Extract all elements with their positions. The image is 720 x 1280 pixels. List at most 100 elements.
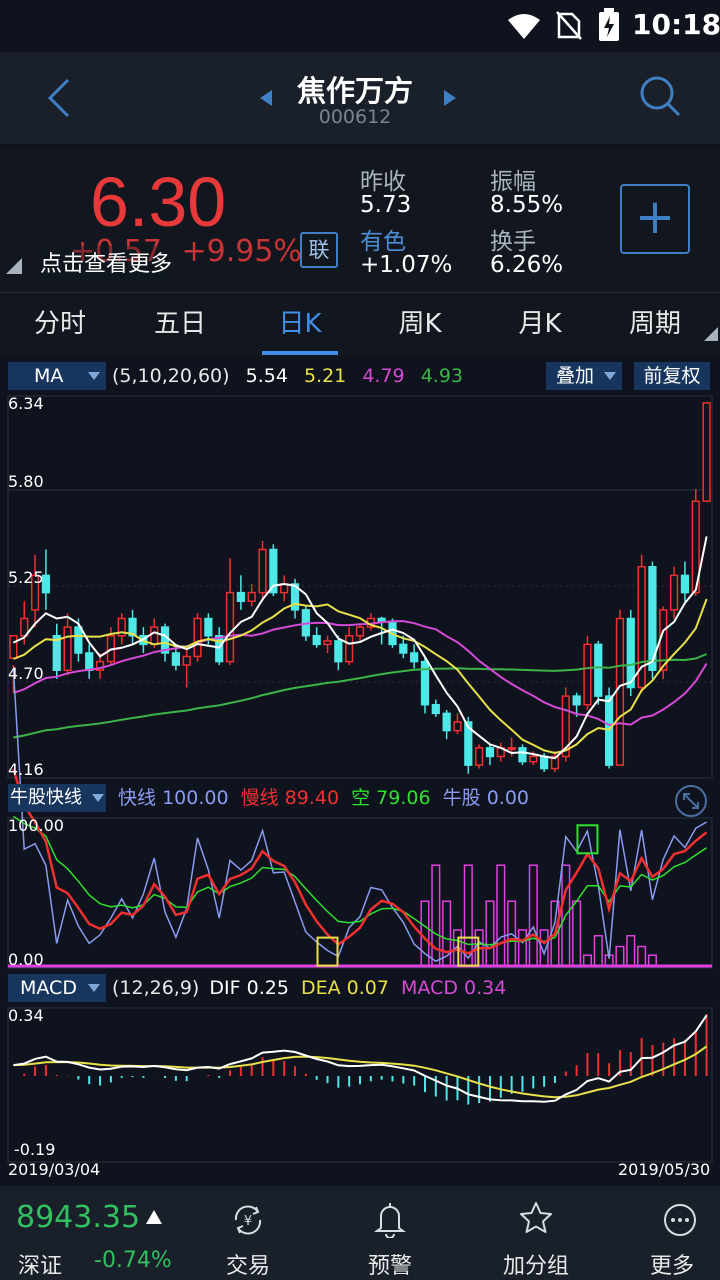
candle-body <box>485 747 495 758</box>
dea-line <box>13 1045 708 1099</box>
chart-area[interactable]: MA (5,10,20,60) 5.54 5.21 4.79 4.93 叠加 前… <box>0 356 720 1182</box>
wifi-icon <box>508 14 540 39</box>
macd-value: 0.34 <box>464 977 507 999</box>
sector-label[interactable]: 有色 <box>360 222 406 256</box>
bull-bar <box>496 864 506 967</box>
candle-body <box>615 617 625 766</box>
bull-bar <box>582 954 592 967</box>
candle-body <box>193 617 202 658</box>
nav-trade[interactable]: ¥ 交易 <box>200 1186 296 1280</box>
chevron-left-icon[interactable] <box>44 76 74 120</box>
stock-name: 焦作万方 <box>296 74 413 108</box>
candle-body <box>669 574 679 611</box>
bull-bar <box>485 900 495 967</box>
chevron-down-icon <box>92 794 104 802</box>
prev-stock-icon[interactable] <box>258 88 274 108</box>
active-tab-indicator <box>262 351 338 355</box>
niugu-selector-label: 牛股快线 <box>10 787 82 808</box>
date-end: 2019/05/30 <box>618 1160 711 1179</box>
expand-icon[interactable] <box>674 784 708 818</box>
short-label: 空 <box>351 787 371 809</box>
index-value[interactable]: 8943.35 <box>16 1200 140 1235</box>
kline-chart[interactable] <box>0 356 720 1182</box>
macd-selector[interactable]: MACD <box>8 974 106 1002</box>
period-tabs: 分时 五日 日K 周K 月K 周期 <box>0 292 720 356</box>
candle-body <box>572 695 581 706</box>
tab-intraday[interactable]: 分时 <box>5 293 115 357</box>
candle-body <box>204 617 213 637</box>
period-dropdown-icon <box>704 327 718 341</box>
candle-body <box>594 643 603 697</box>
tab-monthly-k[interactable]: 月K <box>485 293 595 357</box>
candle-body <box>702 402 711 502</box>
nav-add-group[interactable]: 加分组 <box>486 1186 586 1280</box>
bottom-nav: 8943.35 深证 -0.74% ¥ 交易 预警 加分组 更多 <box>0 1186 720 1280</box>
niugu-values: 快线 100.00 慢线 89.40 空 79.06 牛股 0.00 <box>118 784 529 812</box>
tab-period[interactable]: 周期 <box>605 293 705 357</box>
ma10-line <box>13 598 708 755</box>
macd-values: (12,26,9) DIF 0.25 DEA 0.07 MACD 0.34 <box>112 974 506 1002</box>
tab-five-day[interactable]: 五日 <box>125 293 235 357</box>
candle-body <box>626 617 635 689</box>
more-hint[interactable]: 点击查看更多 <box>40 246 173 278</box>
no-sim-icon <box>556 11 582 40</box>
dea-label: DEA <box>300 977 341 999</box>
next-stock-icon[interactable] <box>442 88 458 108</box>
candle-body <box>247 591 256 602</box>
macd-params: (12,26,9) <box>112 977 200 999</box>
short-value: 79.06 <box>376 787 431 809</box>
bull-bar <box>626 935 636 967</box>
index-name: 深证 <box>18 1254 63 1279</box>
link-badge[interactable]: 联 <box>300 232 338 268</box>
candle-body <box>399 643 408 654</box>
index-change: -0.74% <box>94 1248 172 1273</box>
tab-weekly-k[interactable]: 周K <box>365 293 475 357</box>
nav-trade-label: 交易 <box>225 1254 270 1279</box>
corner-triangle-icon <box>6 258 22 274</box>
nav-alert[interactable]: 预警 <box>342 1186 438 1280</box>
turnover-value: 6.26% <box>490 252 564 278</box>
prev-close-value: 5.73 <box>360 192 412 218</box>
candle-body <box>442 712 451 732</box>
trade-icon: ¥ <box>234 1205 262 1235</box>
candle-body <box>236 591 245 602</box>
candle-body <box>63 626 72 671</box>
bull-bar <box>615 945 625 967</box>
stock-code: 000612 <box>318 106 392 128</box>
turnover-label: 换手 <box>490 229 536 255</box>
candle-body <box>74 626 83 654</box>
bull-value: 0.00 <box>486 787 529 809</box>
price-axis-3: 5.25 <box>8 568 44 587</box>
status-bar: 10:18 <box>0 0 720 52</box>
niugu-selector[interactable]: 牛股快线 <box>8 784 106 812</box>
quote-panel[interactable]: 6.30 +0.57 +9.95% 点击查看更多 联 昨收 5.73 有色 +1… <box>0 146 720 292</box>
candle-body <box>345 634 354 663</box>
amplitude-value: 8.55% <box>490 192 564 218</box>
app-header: 焦作万方 000612 <box>0 52 720 144</box>
bull-bar <box>637 945 647 967</box>
ma5-line <box>12 536 708 760</box>
bull-bar <box>593 935 603 967</box>
dea-value: 0.07 <box>346 977 389 999</box>
search-icon[interactable] <box>638 74 682 118</box>
price-axis-top: 6.34 <box>8 394 44 413</box>
niugu-axis-top: 100.00 <box>8 816 64 835</box>
candle-body <box>334 640 343 663</box>
candle-body <box>215 634 224 663</box>
add-watchlist-button[interactable]: + <box>620 184 690 254</box>
nav-more[interactable]: 更多 <box>632 1186 720 1280</box>
bull-bar <box>517 929 528 967</box>
chevron-down-icon <box>88 984 100 992</box>
caret-up-icon <box>146 1210 162 1224</box>
nav-alert-label: 预警 <box>367 1254 412 1279</box>
candle-body <box>529 755 538 763</box>
chart-grid <box>7 395 713 1163</box>
candle-body <box>431 703 440 715</box>
ma-lines <box>12 536 708 760</box>
price-axis-bottom: 4.16 <box>8 760 44 779</box>
ma60-line <box>13 653 707 739</box>
tab-daily-k[interactable]: 日K <box>245 293 355 357</box>
dif-value: 0.25 <box>246 977 289 999</box>
candle-body <box>507 747 516 751</box>
nav-more-label: 更多 <box>649 1254 694 1279</box>
